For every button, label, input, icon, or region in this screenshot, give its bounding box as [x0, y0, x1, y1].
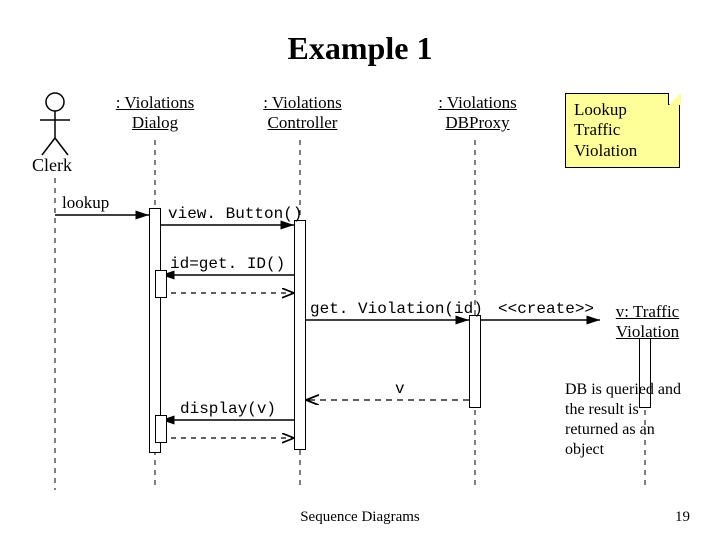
- footer-page: 19: [675, 509, 690, 526]
- participant-violation: v: Traffic Violation: [605, 302, 690, 342]
- note-db: DB is queried and the result is returned…: [565, 380, 695, 460]
- footer-caption: Sequence Diagrams: [0, 509, 720, 526]
- msg-display: display(v): [180, 400, 276, 418]
- actor-icon: [40, 93, 70, 155]
- note-lookup-text: Lookup Traffic Violation: [574, 100, 637, 160]
- msg-viewbutton: view. Button(): [168, 205, 302, 223]
- participant-controller: : Violations Controller: [255, 93, 350, 133]
- msg-return-v: v: [395, 380, 405, 398]
- note-db-text: DB is queried and the result is returned…: [565, 381, 681, 458]
- participant-dbproxy: : Violations DBProxy: [430, 93, 525, 133]
- activation-controller-1: [294, 220, 306, 450]
- participant-dialog: : Violations Dialog: [110, 93, 200, 133]
- msg-create: <<create>>: [498, 300, 594, 318]
- note-lookup: Lookup Traffic Violation: [565, 93, 680, 168]
- msg-getid: id=get. ID(): [170, 255, 285, 273]
- activation-dialog-2: [155, 270, 167, 298]
- activation-dialog-3: [155, 415, 167, 443]
- msg-getviolation: get. Violation(id): [310, 300, 483, 318]
- msg-lookup: lookup: [62, 193, 109, 213]
- activation-dbproxy: [469, 315, 481, 408]
- actor-label: Clerk: [32, 155, 72, 176]
